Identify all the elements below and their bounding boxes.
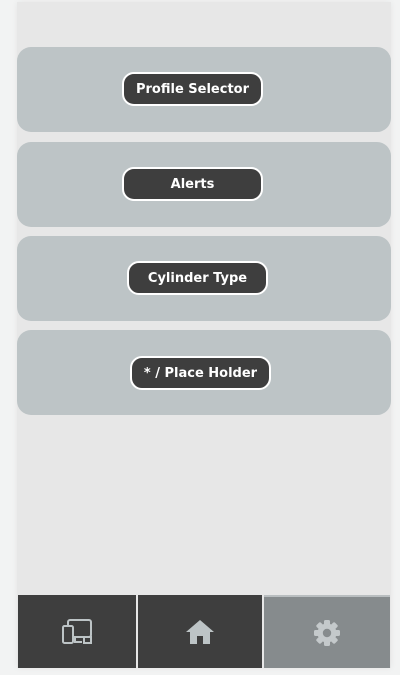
home-icon [185,618,215,646]
alerts-button[interactable]: Alerts [122,167,263,201]
app-screen: Profile Selector Alerts Cylinder Type * … [17,2,391,668]
nav-home-button[interactable] [138,595,262,668]
gear-icon [313,619,341,647]
bottom-navigation-bar [18,595,390,668]
devices-icon [61,618,93,646]
menu-card-place-holder: * / Place Holder [17,330,391,415]
profile-selector-button[interactable]: Profile Selector [122,72,263,106]
cylinder-type-button[interactable]: Cylinder Type [127,261,268,295]
nav-devices-button[interactable] [18,595,136,668]
menu-card-alerts: Alerts [17,142,391,227]
nav-settings-button[interactable] [264,595,390,668]
place-holder-button[interactable]: * / Place Holder [130,356,271,390]
menu-card-profile-selector: Profile Selector [17,47,391,132]
menu-card-cylinder-type: Cylinder Type [17,236,391,321]
